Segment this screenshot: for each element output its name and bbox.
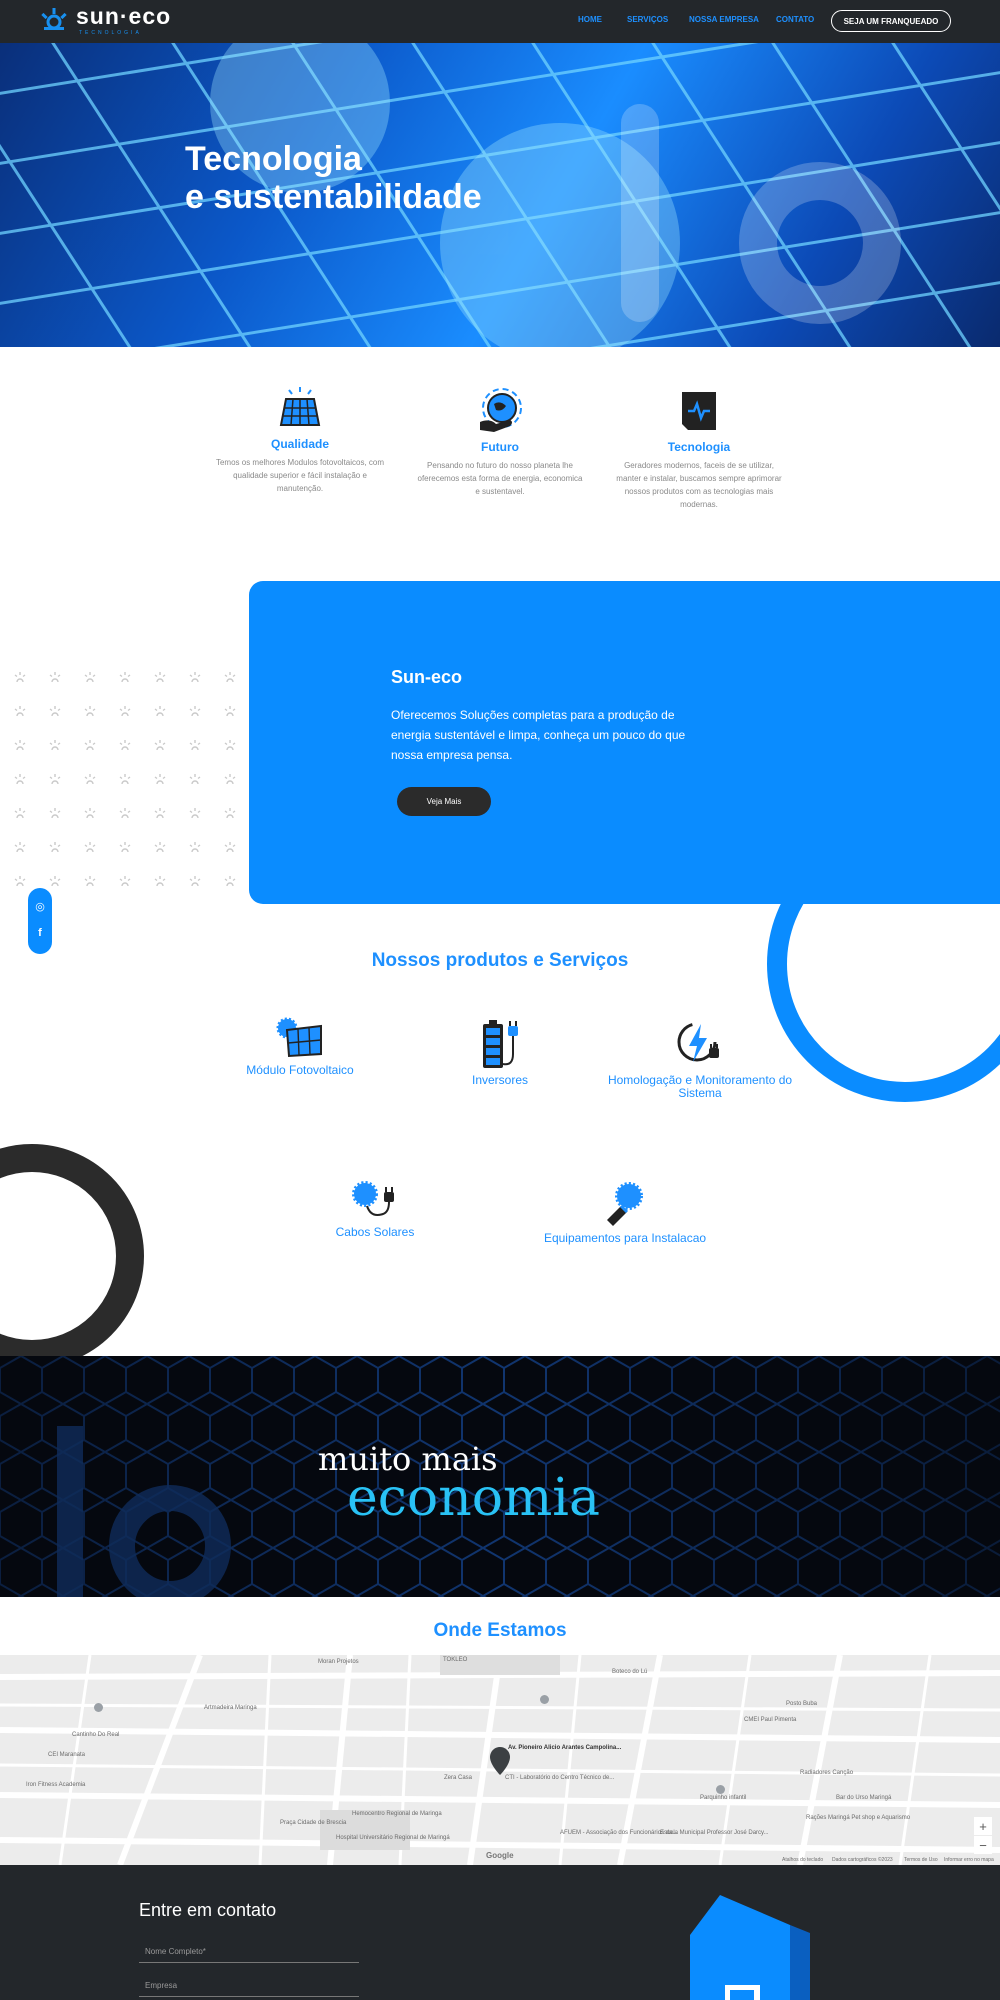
nav-home[interactable]: HOME — [578, 15, 602, 24]
map-label: CTI - Laboratório do Centro Técnico de..… — [505, 1775, 615, 1781]
map-terms-link[interactable]: Termos de Uso — [904, 1857, 938, 1863]
inverter-battery-icon — [483, 1020, 518, 1068]
map-pin-icon — [716, 1785, 725, 1794]
map-label: Bar do Urso Maringá — [836, 1795, 892, 1801]
feature-futuro: Futuro Pensando no futuro do nosso plane… — [415, 388, 585, 498]
nav-nossa-empresa[interactable]: NOSSA EMPRESA — [689, 15, 759, 24]
map-label: Moran Projetos — [318, 1659, 359, 1665]
hero-banner: Tecnologia e sustentabilidade — [0, 43, 1000, 347]
solar-cable-icon — [352, 1181, 394, 1216]
product-solar-cables[interactable]: Cabos Solares — [275, 1176, 475, 1239]
hero-title: Tecnologia e sustentabilidade — [185, 140, 482, 216]
map-label: Parquinho infantil — [700, 1795, 747, 1801]
map-label: Praça Cidade de Brescia — [280, 1820, 347, 1826]
product-name: Homologação e Monitoramento do Sistema — [607, 1073, 793, 1100]
pv-module-icon — [276, 1017, 322, 1058]
product-name: Equipamentos para Instalacao — [543, 1231, 707, 1245]
about-text: Oferecemos Soluções completas para a pro… — [391, 708, 686, 762]
page: sun·eco TECNOLOGIA HOME SERVIÇOS NOSSA E… — [0, 0, 1000, 2000]
map-label: Av. Pioneiro Alicio Arantes Campolina... — [508, 1745, 622, 1751]
map-pin-icon — [94, 1703, 103, 1712]
economia-banner: muito mais economia — [0, 1356, 1000, 1597]
product-inverters[interactable]: Inversores — [400, 1018, 600, 1087]
solar-panel-icon — [279, 387, 321, 426]
zoom-in-button[interactable]: + — [974, 1817, 992, 1835]
map-label: Hemocentro Regional de Maringa — [352, 1811, 442, 1817]
google-logo: Google — [486, 1851, 514, 1860]
feature-tecnologia: Tecnologia Geradores modernos, faceis de… — [614, 388, 784, 511]
about-title: Sun-eco — [391, 667, 463, 687]
contact-title: Entre em contato — [139, 1900, 277, 1920]
map-label: Artmadeira Maringa — [204, 1705, 257, 1711]
product-homologation[interactable]: Homologação e Monitoramento do Sistema — [600, 1018, 800, 1100]
nav-servicos[interactable]: SERVIÇOS — [627, 15, 668, 24]
sun-pattern-decoration — [14, 671, 236, 887]
map-label: Posto Buba — [786, 1701, 818, 1707]
map-label: Hospital Universitário Regional de Marin… — [336, 1835, 450, 1841]
facebook-icon[interactable]: f — [28, 927, 52, 939]
about-card: Sun-eco Oferecemos Soluções completas pa… — [249, 581, 1000, 904]
see-more-button[interactable]: Veja Mais — [397, 787, 491, 816]
decorative-ring-dark — [0, 1144, 144, 1368]
feature-title: Futuro — [481, 440, 519, 454]
map-shortcuts-link[interactable]: Atalhos do teclado — [782, 1857, 823, 1863]
map-label: Zera Casa — [444, 1775, 473, 1781]
map-label: Rações Maringá Pet shop e Aquarismo — [806, 1815, 911, 1821]
banner-line2: economia — [347, 1468, 600, 1528]
contact-section: Entre em contato Nome Completo* Empresa — [0, 1865, 1000, 2000]
map-label: AFUEM - Associação dos Funcionários da..… — [560, 1830, 678, 1836]
feature-description: Geradores modernos, faceis de se utiliza… — [616, 461, 782, 509]
map-label: Iron Fitness Academia — [26, 1782, 86, 1788]
location-title: Onde Estamos — [433, 1620, 567, 1641]
name-field[interactable]: Nome Completo* — [139, 1941, 359, 1963]
product-pv-module[interactable]: Módulo Fotovoltaico — [200, 1016, 400, 1077]
map-label: CEI Maranata — [48, 1752, 86, 1758]
product-name: Inversores — [471, 1073, 529, 1087]
zoom-out-button[interactable]: − — [974, 1836, 992, 1854]
hero-title-line1: Tecnologia — [185, 140, 362, 178]
map-pin-icon — [540, 1695, 549, 1704]
instagram-icon[interactable]: ◎ — [28, 900, 52, 913]
map-label: Cantinho Do Real — [72, 1732, 120, 1738]
product-name: Cabos Solares — [335, 1225, 415, 1239]
feature-qualidade: Qualidade Temos os melhores Modulos foto… — [215, 385, 385, 495]
chip-icon — [682, 392, 716, 430]
product-equipment[interactable]: Equipamentos para Instalacao — [525, 1180, 725, 1245]
map-label: CMEI Paul Pimenta — [744, 1717, 797, 1723]
company-field[interactable]: Empresa — [139, 1975, 359, 1997]
logo-3d-decoration — [690, 1895, 810, 2000]
franchise-button[interactable]: SEJA UM FRANQUEADO — [831, 10, 951, 32]
map-label: TOKLEO — [443, 1657, 468, 1663]
solar-grid-background — [0, 43, 1000, 347]
products-title: Nossos produtos e Serviços — [371, 950, 629, 971]
planet-hand-icon — [480, 388, 522, 432]
product-name: Módulo Fotovoltaico — [246, 1063, 354, 1077]
social-bar: ◎ f — [28, 888, 52, 954]
map-label: Boteco do Lú — [612, 1669, 648, 1675]
nav-contato[interactable]: CONTATO — [776, 15, 814, 24]
map-report-link[interactable]: Informar erro no mapa — [944, 1857, 994, 1863]
map-streets — [0, 1655, 1000, 1865]
feature-title: Tecnologia — [667, 440, 731, 454]
feature-description: Pensando no futuro do nosso planeta lhe … — [417, 461, 583, 496]
equipment-icon — [607, 1182, 643, 1226]
hero-title-line2: e sustentabilidade — [185, 178, 482, 216]
location-map[interactable]: Av. Pioneiro Alicio Arantes Campolina...… — [0, 1655, 1000, 1865]
map-data-credit[interactable]: Dados cartográficos ©2023 — [832, 1857, 893, 1863]
feature-title: Qualidade — [270, 437, 329, 451]
feature-description: Temos os melhores Modulos fotovoltaicos,… — [215, 458, 385, 493]
lightning-plug-icon — [677, 1022, 719, 1062]
map-label: Radiadores Canção — [800, 1770, 854, 1776]
site-header: sun·eco TECNOLOGIA HOME SERVIÇOS NOSSA E… — [0, 0, 1000, 43]
